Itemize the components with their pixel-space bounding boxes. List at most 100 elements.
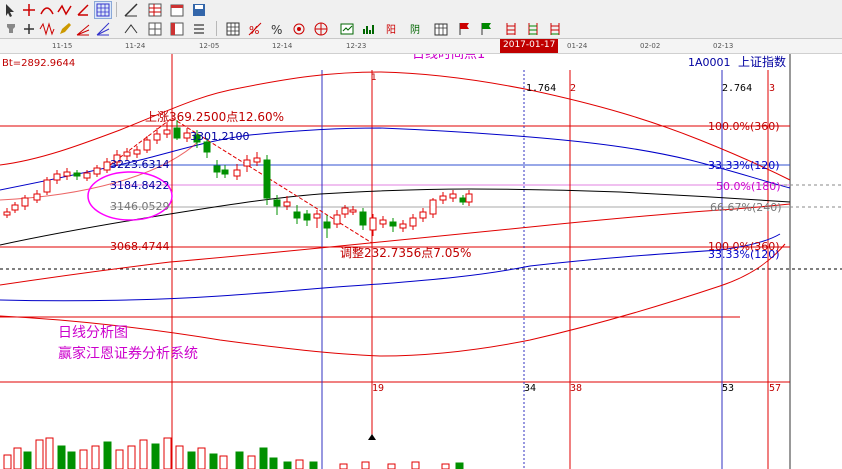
volume-bar <box>339 463 348 469</box>
toolbar-row-1 <box>0 0 842 19</box>
speed-line-icon[interactable] <box>122 20 140 38</box>
candle-body <box>399 223 407 229</box>
volume-bar <box>259 447 268 469</box>
volume-icon[interactable] <box>360 20 378 38</box>
candle-body <box>203 141 211 153</box>
candle-body <box>459 197 467 203</box>
calendar-icon[interactable] <box>168 1 186 19</box>
volume-bar <box>209 453 218 469</box>
percent-strike-icon[interactable]: % <box>246 20 264 38</box>
svg-text:阳: 阳 <box>386 24 396 36</box>
candle-body <box>341 207 349 215</box>
volume-bar <box>45 437 54 469</box>
toolbar: % % 阳 阴 <box>0 0 842 39</box>
bt-value: Bt=2892.9644 <box>2 58 75 69</box>
date-cursor-label: 2017-01-17 <box>500 39 559 53</box>
yang-icon[interactable]: 阳 <box>384 20 402 38</box>
price-level-label: 3146.0529 <box>110 200 170 213</box>
candle-body <box>21 197 29 207</box>
candle-body <box>173 127 181 139</box>
flag-red-icon[interactable] <box>456 20 474 38</box>
time-marker-top: 1.764 <box>526 83 556 94</box>
watermark-title: 日线分析图 <box>58 325 128 341</box>
wave-tool-icon[interactable] <box>56 1 74 19</box>
ma-icon[interactable] <box>338 20 356 38</box>
ladder-mixed-icon[interactable] <box>524 20 542 38</box>
target-icon[interactable] <box>290 20 308 38</box>
time-marker-top: 2 <box>570 83 576 94</box>
arc-tool-icon[interactable] <box>38 1 56 19</box>
date-tick: 02-02 <box>640 42 661 50</box>
pencil-icon[interactable] <box>56 20 74 38</box>
ladder-red-icon[interactable] <box>502 20 520 38</box>
candle-body <box>63 171 71 177</box>
waveform-icon[interactable] <box>38 20 56 38</box>
high-price-label: 3301.2100 <box>190 130 250 143</box>
candle-body <box>163 129 171 135</box>
plus-icon[interactable] <box>20 20 38 38</box>
volume-bar <box>309 461 318 469</box>
price-level-label: 3068.4744 <box>110 240 170 253</box>
flag-green-icon[interactable] <box>478 20 496 38</box>
cursor-tool-icon[interactable] <box>2 1 20 19</box>
candle-body <box>33 193 41 201</box>
volume-bar <box>219 455 228 469</box>
candle-body <box>369 217 377 231</box>
fan-icon[interactable] <box>94 20 112 38</box>
yin-icon[interactable]: 阴 <box>408 20 426 38</box>
chart-grid-icon[interactable] <box>146 20 164 38</box>
table-icon[interactable] <box>146 1 164 19</box>
candle-body <box>409 217 417 227</box>
candle-body <box>213 165 221 173</box>
volume-bar <box>235 451 244 469</box>
pin-icon[interactable] <box>2 20 20 38</box>
percent-level-label: 66.67%(240) <box>710 201 782 214</box>
candle-body <box>379 219 387 225</box>
candle-body <box>359 211 367 226</box>
fall-label: 调整232.7356点7.05% <box>340 245 471 260</box>
candle-body <box>123 151 131 157</box>
kline-chart[interactable]: Bt=2892.9644 日线时间点1 1A0001 上证指数 上涨369.25… <box>0 54 842 469</box>
angle-tool-icon[interactable] <box>74 1 92 19</box>
volume-bar <box>91 445 100 469</box>
percent-level-label: 33.33%(120) <box>708 248 780 261</box>
rays-icon[interactable] <box>74 20 92 38</box>
price-level-label: 3223.6314 <box>110 158 170 171</box>
volume-bar <box>187 451 196 469</box>
candle-body <box>73 172 81 177</box>
candle-body <box>3 211 11 216</box>
time-marker-bottom: 53 <box>722 383 734 394</box>
time-marker-top: 1 <box>371 73 376 83</box>
circle-grid-icon[interactable] <box>312 20 330 38</box>
date-tick: 11-24 <box>125 42 146 50</box>
candle-body <box>303 213 311 221</box>
percent-icon[interactable]: % <box>268 20 286 38</box>
save-icon[interactable] <box>190 1 208 19</box>
calendar-grid-icon[interactable] <box>432 20 450 38</box>
candle <box>43 177 51 195</box>
time-marker-bottom: 19 <box>372 383 384 394</box>
volume-bar <box>151 443 160 469</box>
grid-tool-icon[interactable] <box>94 1 112 19</box>
layout-icon[interactable] <box>168 20 186 38</box>
time-point-label: 日线时间点1 <box>412 54 485 62</box>
volume-bar <box>35 439 44 469</box>
candle-body <box>313 213 321 219</box>
diagonal-line-icon[interactable] <box>122 1 140 19</box>
volume-bar <box>411 461 420 469</box>
candle-body <box>389 221 397 227</box>
candle-body <box>439 195 447 201</box>
candle <box>263 155 271 205</box>
volume-bar <box>57 445 66 469</box>
svg-text:阴: 阴 <box>410 24 420 36</box>
ladder-dual-icon[interactable] <box>546 20 564 38</box>
list-icon[interactable] <box>190 20 208 38</box>
candle-body <box>153 133 161 141</box>
grid-table-icon[interactable] <box>224 20 242 38</box>
volume-bar <box>163 437 172 469</box>
price-level-label: 3184.8422 <box>110 179 170 192</box>
volume-bar <box>175 445 184 469</box>
time-marker-bottom: 38 <box>570 383 582 394</box>
line-tool-icon[interactable] <box>20 1 38 19</box>
candle-body <box>43 179 51 193</box>
